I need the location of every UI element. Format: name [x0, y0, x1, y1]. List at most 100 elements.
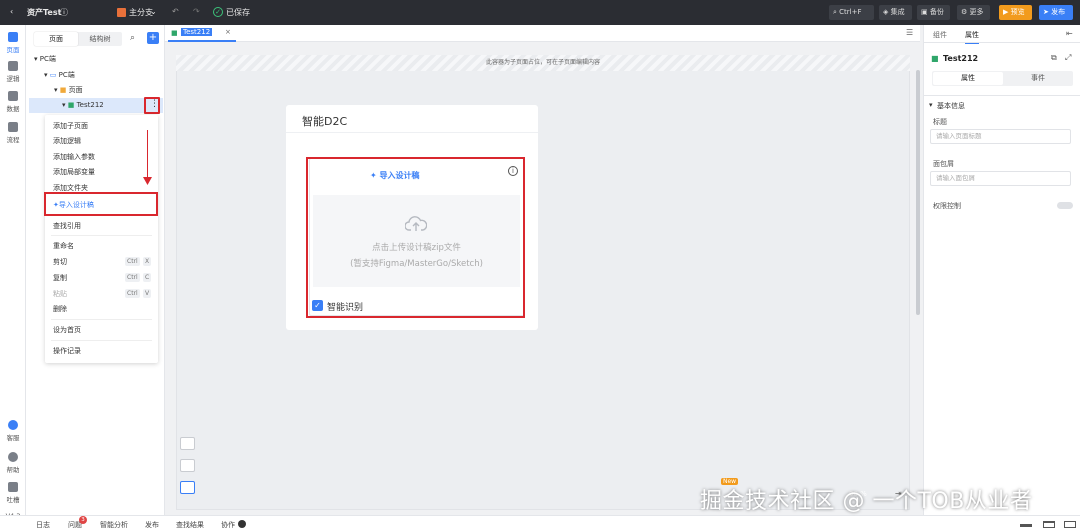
menu-item-copy[interactable]: 复制 [53, 273, 67, 283]
permission-toggle[interactable] [1057, 202, 1073, 209]
bottom-tab-log[interactable]: 日志 [36, 520, 50, 530]
menu-item-set-home[interactable]: 设为首页 [53, 325, 81, 335]
tab-structure[interactable]: 结构树 [78, 32, 122, 46]
tree-node-folder[interactable]: ▾ ■ 页面 [54, 85, 83, 95]
bottom-tab-collab[interactable]: 协作 [221, 520, 235, 530]
section-caret-icon[interactable]: ▾ [929, 101, 933, 109]
page-file-icon: ■ [171, 29, 178, 37]
undo-icon[interactable]: ↶ [172, 7, 179, 16]
rail-item-data[interactable]: 数据 [0, 91, 26, 113]
element-name: Test212 [943, 54, 979, 63]
rail-label: 客服 [6, 434, 20, 442]
minimize-icon[interactable] [1020, 524, 1032, 527]
list-icon[interactable]: ☰ [906, 28, 913, 37]
database-icon [8, 91, 18, 101]
comment-tool-icon[interactable] [180, 437, 195, 450]
menu-item-delete[interactable]: 删除 [53, 304, 67, 314]
properties-panel: 组件 属性 ⇤ ■ Test212 ⧉ ⤢ 属性 事件 ▾ 基本信息 标题 面包… [923, 25, 1080, 515]
tree-node-label: 页面 [68, 86, 83, 94]
more-vertical-icon[interactable]: ⋮ [150, 99, 159, 109]
layout-tool-icon[interactable] [180, 481, 195, 494]
title-input[interactable]: 请输入页面标题 [930, 129, 1071, 144]
watermark: 掘金技术社区 @ 一个TOB从业者 [700, 489, 1033, 514]
search-icon[interactable]: ⌕ [130, 33, 135, 43]
rail-item-logic[interactable]: 逻辑 [0, 61, 26, 83]
shortcut-key: Ctrl [125, 257, 140, 266]
tree-node-label: PC端 [39, 55, 56, 63]
collapse-panel-icon[interactable]: ⇤ [1066, 29, 1073, 38]
search-button[interactable]: ⌕ Ctrl+F [829, 5, 874, 20]
menu-item-add-subpage[interactable]: 添加子页面 [53, 121, 88, 131]
shortcut-key: C [143, 273, 152, 282]
tree-node-pc[interactable]: ▾ ▭ PC端 [44, 70, 75, 80]
backup-button[interactable]: ▣ 备份 [917, 5, 950, 20]
bottom-tab-publish[interactable]: 发布 [145, 520, 159, 530]
rail-label: 页面 [6, 46, 20, 54]
panel-divider [924, 42, 1080, 43]
bottom-tab-analysis[interactable]: 智能分析 [100, 520, 128, 530]
chat-icon [238, 520, 246, 528]
integrate-label: 集成 [890, 8, 905, 16]
menu-item-history[interactable]: 操作记录 [53, 346, 81, 356]
shortcut-key: X [143, 257, 152, 266]
integrate-button[interactable]: ◈ 集成 [879, 5, 912, 20]
maximize-icon[interactable] [1064, 521, 1076, 528]
tree-node-label: Test212 [76, 101, 104, 109]
rail-item-flow[interactable]: 流程 [0, 122, 26, 144]
rail-item-support[interactable]: 客服 [0, 420, 26, 442]
menu-item-add-logic[interactable]: 添加逻辑 [53, 136, 81, 146]
menu-item-cut[interactable]: 剪切 [53, 257, 67, 267]
menu-item-rename[interactable]: 重命名 [53, 241, 74, 251]
rail-label: 帮助 [6, 466, 20, 474]
check-circle-icon: ✓ [213, 7, 223, 17]
more-button[interactable]: ⚙ 更多 [957, 5, 990, 20]
copy-icon[interactable]: ⧉ [1051, 53, 1057, 63]
editor-tab-test212[interactable]: ■ Test212 × [168, 28, 236, 42]
rail-item-pages[interactable]: 页面 [0, 32, 26, 54]
subtab-props[interactable]: 属性 [933, 72, 1003, 85]
tree-node-test212[interactable]: ▾ ■ Test212 [62, 101, 104, 109]
menu-item-paste[interactable]: 粘贴 [53, 289, 67, 299]
chevron-down-icon[interactable]: ⌄ [150, 7, 157, 16]
play-icon: ▶ [1003, 8, 1011, 16]
page-tool-icon[interactable] [180, 459, 195, 472]
breadcrumb-input[interactable]: 请输入面包屑 [930, 171, 1071, 186]
rail-item-help[interactable]: 帮助 [0, 452, 26, 474]
help-icon [8, 452, 18, 462]
canvas-scrollbar[interactable] [916, 70, 920, 315]
menu-item-add-variable[interactable]: 添加局部变量 [53, 167, 95, 177]
redo-icon[interactable]: ↷ [193, 7, 200, 16]
tab-pages[interactable]: 页面 [34, 32, 78, 46]
top-bar: ‹ 资产Test ⓘ 主分支 ⌄ ↶ ↷ ✓ 已保存 ⌕ Ctrl+F ◈ 集成… [0, 0, 1080, 25]
headset-icon [8, 420, 18, 430]
close-icon[interactable]: × [225, 28, 231, 36]
props-tab-group: 属性 事件 [932, 71, 1073, 86]
canvas-hint: 此容器为子页面占位，可在子页面编辑内容 [176, 55, 910, 71]
feedback-icon [8, 482, 18, 492]
tab-label: Test212 [181, 28, 213, 36]
back-icon[interactable]: ‹ [10, 7, 13, 16]
menu-divider [51, 340, 152, 341]
highlight-import-item [44, 192, 158, 216]
subtab-events[interactable]: 事件 [1003, 72, 1073, 85]
restore-icon[interactable] [1043, 521, 1055, 528]
logic-icon [8, 61, 18, 71]
expand-icon[interactable]: ⤢ [1065, 53, 1071, 63]
preview-button[interactable]: ▶ 预览 [999, 5, 1032, 20]
rail-item-feedback[interactable]: 吐槽 [0, 482, 26, 504]
bottom-tab-find-results[interactable]: 查找结果 [176, 520, 204, 530]
tree-node-root[interactable]: ▾ PC端 [34, 54, 56, 64]
shortcut-key: Ctrl [125, 273, 140, 282]
tab-components[interactable]: 组件 [933, 30, 947, 40]
label-breadcrumb: 面包屑 [933, 160, 954, 168]
rail-label: 逻辑 [6, 75, 20, 83]
add-button[interactable]: + [147, 32, 159, 44]
info-icon[interactable]: ⓘ [60, 7, 68, 18]
page-file-icon: ■ [931, 54, 939, 63]
menu-item-add-input[interactable]: 添加输入参数 [53, 152, 95, 162]
publish-button[interactable]: ➤ 发布 [1039, 5, 1073, 20]
app-title: 资产Test [27, 8, 62, 17]
rail-label: 流程 [6, 136, 20, 144]
menu-item-find-refs[interactable]: 查找引用 [53, 221, 81, 231]
menu-divider [51, 235, 152, 236]
